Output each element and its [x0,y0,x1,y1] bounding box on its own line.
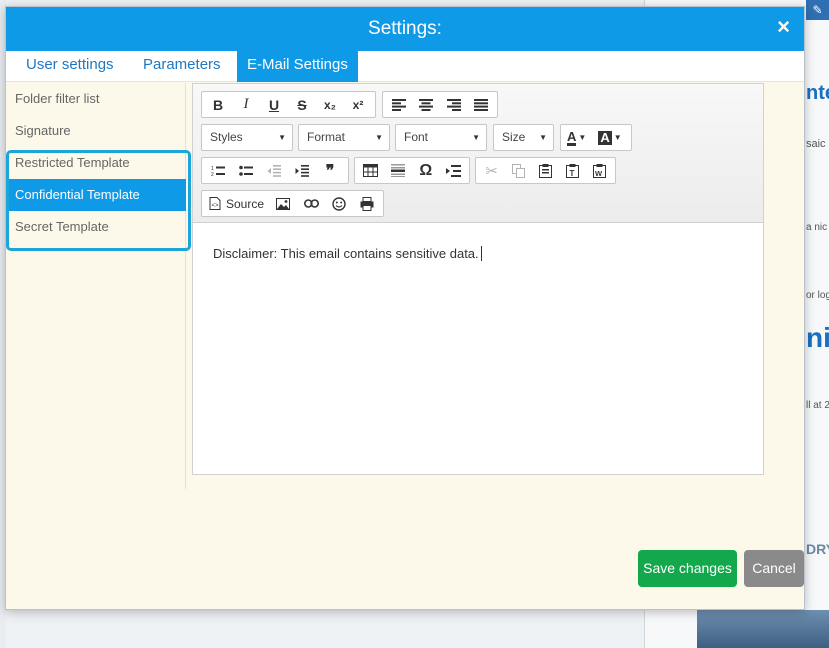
chevron-down-icon: ▼ [278,133,286,142]
menu-item-secret-template[interactable]: Secret Template [6,211,186,243]
chevron-down-icon: ▼ [578,133,587,142]
blockquote-icon[interactable]: ❞ [316,159,344,182]
bulleted-list-icon[interactable] [232,159,260,182]
background-heading: ntes [806,82,829,104]
save-changes-button[interactable]: Save changes [638,550,737,587]
background-text: or log [806,290,829,301]
basic-styles-group: B I U S x₂ x² [201,91,376,118]
chevron-down-icon: ▼ [472,133,480,142]
background-text: ll at 2 [806,400,829,411]
italic-button[interactable]: I [232,93,260,116]
chevron-down-icon: ▼ [375,133,383,142]
source-button[interactable]: <> Source [204,192,269,215]
paste-text-icon[interactable]: T [559,159,586,182]
underline-button[interactable]: U [260,93,288,116]
tab-bar: User settings Parameters E-Mail Settings [6,51,804,82]
source-button-label: Source [226,196,265,211]
text-color-icon: A [567,128,577,146]
editor-toolbar: B I U S x₂ x² Styles ▼ Format ▼ Font ▼ S… [193,84,763,223]
emoji-icon[interactable] [325,192,353,215]
tab-email-settings[interactable]: E-Mail Settings [237,51,358,82]
settings-modal: Settings: × User settings Parameters E-M… [5,6,805,610]
special-character-icon[interactable]: Ω [412,159,440,182]
paste-word-icon[interactable]: W [586,159,613,182]
tab-user-settings[interactable]: User settings [16,51,124,82]
close-icon[interactable]: × [777,16,790,38]
cancel-button[interactable]: Cancel [744,550,804,587]
page-break-icon[interactable] [440,159,468,182]
email-settings-menu: Folder filter list Signature Restricted … [6,83,186,489]
editor-content-area[interactable]: Disclaimer: This email contains sensitiv… [193,224,763,474]
copy-icon[interactable] [505,159,532,182]
alignment-group [382,91,498,118]
svg-text:<>: <> [212,203,220,209]
menu-item-signature[interactable]: Signature [6,115,186,147]
background-text: DRY [806,541,829,557]
styles-dropdown-label: Styles [210,130,243,144]
background-text: a nic [806,222,828,233]
source-icon: <> [209,197,221,210]
rich-text-editor: B I U S x₂ x² Styles ▼ Format ▼ Font ▼ S… [192,83,764,475]
superscript-button[interactable]: x² [344,93,372,116]
menu-item-confidential-template[interactable]: Confidential Template [6,179,186,211]
background-color-button[interactable]: A ▼ [592,126,627,149]
font-dropdown[interactable]: Font ▼ [395,124,487,151]
horizontal-line-icon[interactable] [385,159,413,182]
menu-item-folder-filter-list[interactable]: Folder filter list [6,83,186,115]
text-caret [480,246,482,261]
background-image [697,610,829,648]
link-icon[interactable] [297,192,325,215]
menu-item-restricted-template[interactable]: Restricted Template [6,147,186,179]
paste-icon[interactable] [532,159,559,182]
table-icon[interactable] [357,159,385,182]
modal-header: Settings: × [6,7,804,51]
svg-text:W: W [595,169,603,178]
print-icon[interactable] [353,192,381,215]
document-group: <> Source [201,190,384,217]
svg-text:2: 2 [211,172,214,177]
text-color-button[interactable]: A ▼ [561,126,592,149]
list-indent-group: 12 ❞ [201,157,349,184]
insert-group: Ω [354,157,470,184]
color-group: A ▼ A ▼ [560,124,632,151]
increase-indent-icon[interactable] [288,159,316,182]
chevron-down-icon: ▼ [613,133,622,142]
pencil-icon[interactable]: ✎ [806,0,829,20]
styles-dropdown[interactable]: Styles ▼ [201,124,293,151]
numbered-list-icon[interactable]: 12 [204,159,232,182]
background-color-icon: A [598,129,612,145]
font-dropdown-label: Font [404,130,429,144]
modal-title: Settings: [368,18,442,39]
cut-icon[interactable]: ✂ [478,159,505,182]
size-dropdown[interactable]: Size ▼ [493,124,554,151]
align-justify-icon[interactable] [468,93,496,116]
chevron-down-icon: ▼ [539,133,547,142]
format-dropdown[interactable]: Format ▼ [298,124,390,151]
strikethrough-button[interactable]: S [288,93,316,116]
bold-button[interactable]: B [204,93,232,116]
image-icon[interactable] [269,192,297,215]
align-right-icon[interactable] [440,93,468,116]
align-center-icon[interactable] [413,93,441,116]
decrease-indent-icon[interactable] [260,159,288,182]
subscript-button[interactable]: x₂ [316,93,344,116]
svg-text:T: T [570,169,575,178]
background-text: saic [806,138,826,150]
align-left-icon[interactable] [385,93,413,116]
format-dropdown-label: Format [307,130,346,144]
size-dropdown-label: Size [502,130,526,144]
tab-parameters[interactable]: Parameters [133,51,231,82]
editor-text: Disclaimer: This email contains sensitiv… [213,246,479,261]
background-heading: nic [806,322,829,353]
clipboard-group: ✂ T W [475,157,616,184]
